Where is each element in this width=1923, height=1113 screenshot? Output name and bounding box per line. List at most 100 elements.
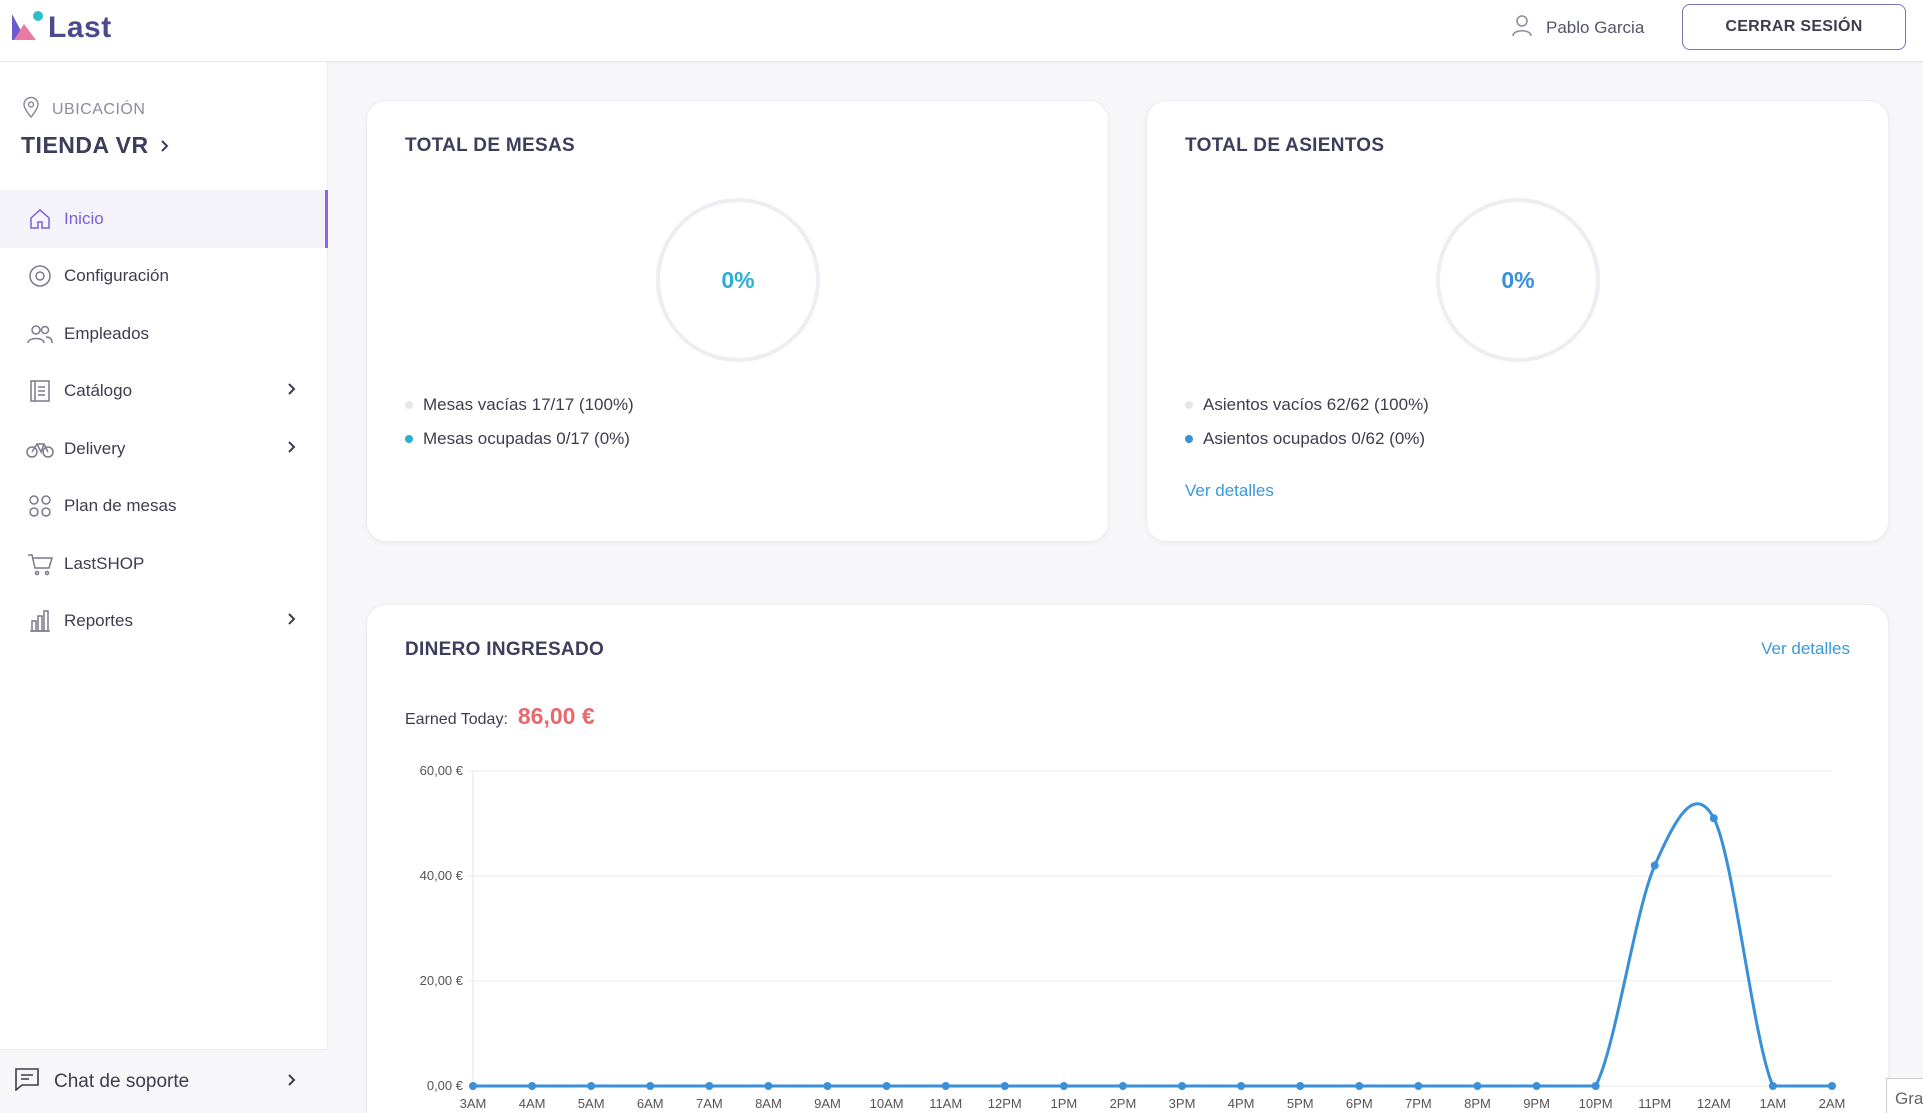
chevron-right-icon (286, 381, 296, 401)
logo-text: Last (48, 11, 112, 44)
users-icon (26, 320, 54, 348)
seats-legend-occupied: Asientos ocupados 0/62 (0%) (1185, 429, 1425, 449)
logo-icon (10, 10, 46, 46)
bar-chart-icon (26, 607, 54, 635)
legend-dot (405, 435, 413, 443)
sidebar-item-plan-de-mesas[interactable]: Plan de mesas (0, 478, 328, 536)
x-tick-label: 1AM (1760, 1096, 1787, 1111)
x-tick-label: 5AM (578, 1096, 605, 1111)
y-tick-label: 60,00 € (420, 763, 464, 778)
data-point (587, 1082, 596, 1090)
x-tick-label: 3AM (460, 1096, 487, 1111)
x-tick-label: 6PM (1346, 1096, 1373, 1111)
legend-label: Mesas vacías 17/17 (100%) (423, 395, 634, 414)
tables-donut-chart: 0% (656, 198, 820, 362)
x-tick-label: 6AM (637, 1096, 664, 1111)
partial-widget-text: Gra (1895, 1089, 1923, 1108)
data-point (528, 1082, 537, 1090)
sidebar-item-inicio[interactable]: Inicio (0, 190, 328, 248)
x-tick-label: 8PM (1464, 1096, 1491, 1111)
sidebar-item-label: Inicio (64, 208, 104, 228)
data-point (1118, 1082, 1127, 1090)
user-icon (1510, 13, 1534, 42)
bicycle-icon (26, 435, 54, 463)
x-tick-label: 1PM (1051, 1096, 1078, 1111)
data-point (1000, 1082, 1009, 1090)
support-label: Chat de soporte (54, 1070, 190, 1092)
top-bar: Last Pablo Garcia CERRAR SESIÓN (0, 0, 1923, 62)
sidebar-item-delivery[interactable]: Delivery (0, 420, 328, 478)
sidebar-item-reportes[interactable]: Reportes (0, 593, 328, 651)
tables-card: TOTAL DE MESAS 0% Mesas vacías 17/17 (10… (366, 100, 1109, 542)
x-tick-label: 4AM (519, 1096, 546, 1111)
chevron-right-icon (286, 1071, 296, 1093)
legend-label: Asientos vacíos 62/62 (100%) (1203, 395, 1429, 414)
seats-card-title: TOTAL DE ASIENTOS (1185, 135, 1385, 156)
data-point (1178, 1082, 1187, 1090)
tables-icon (26, 492, 54, 520)
seats-legend-empty: Asientos vacíos 62/62 (100%) (1185, 395, 1429, 415)
x-tick-label: 7PM (1405, 1096, 1432, 1111)
sidebar-item-label: Empleados (64, 323, 150, 343)
income-card: DINERO INGRESADO Ver detalles Earned Tod… (366, 604, 1889, 1113)
x-tick-label: 10AM (870, 1096, 904, 1111)
data-point (941, 1082, 950, 1090)
logo[interactable]: Last (10, 10, 112, 46)
data-point (1650, 861, 1659, 870)
data-point (1059, 1082, 1068, 1090)
x-tick-label: 5PM (1287, 1096, 1314, 1111)
data-point (1532, 1082, 1541, 1090)
user-name: Pablo Garcia (1546, 17, 1645, 37)
y-tick-label: 20,00 € (420, 973, 464, 988)
sidebar-item-empleados[interactable]: Empleados (0, 305, 328, 363)
legend-dot (405, 401, 413, 409)
data-point (646, 1082, 655, 1090)
seats-details-link[interactable]: Ver detalles (1185, 481, 1274, 501)
x-tick-label: 9AM (814, 1096, 841, 1111)
location-label-text: UBICACIÓN (52, 100, 146, 118)
data-point (1591, 1082, 1600, 1090)
sidebar-item-label: Catálogo (64, 381, 133, 401)
user-info[interactable]: Pablo Garcia (1510, 13, 1644, 42)
gear-icon (26, 262, 54, 290)
chevron-right-icon (286, 439, 296, 459)
x-tick-label: 12AM (1697, 1096, 1731, 1111)
sidebar-item-label: Configuración (64, 266, 169, 286)
x-tick-label: 10PM (1579, 1096, 1613, 1111)
data-point (1828, 1082, 1836, 1090)
x-tick-label: 4PM (1228, 1096, 1255, 1111)
data-point (469, 1082, 477, 1090)
data-point (764, 1082, 773, 1090)
x-tick-label: 3PM (1169, 1096, 1196, 1111)
x-tick-label: 8AM (755, 1096, 782, 1111)
sidebar-item-lastshop[interactable]: LastSHOP (0, 535, 328, 593)
y-tick-label: 40,00 € (420, 868, 464, 883)
tables-legend-occupied: Mesas ocupadas 0/17 (0%) (405, 429, 630, 449)
x-tick-label: 2PM (1110, 1096, 1137, 1111)
logout-button[interactable]: CERRAR SESIÓN (1682, 4, 1906, 50)
x-tick-label: 11PM (1638, 1096, 1671, 1111)
x-tick-label: 7AM (696, 1096, 723, 1111)
data-point (1473, 1082, 1482, 1090)
data-point (705, 1082, 714, 1090)
seats-donut-chart: 0% (1436, 198, 1600, 362)
store-name: TIENDA VR (21, 132, 149, 158)
store-selector[interactable]: TIENDA VR (21, 132, 169, 159)
support-chat-button[interactable]: Chat de soporte (0, 1049, 328, 1113)
catalog-icon (26, 377, 54, 405)
data-point (1237, 1082, 1246, 1090)
legend-dot (1185, 401, 1193, 409)
sidebar-item-label: Reportes (64, 611, 133, 631)
sidebar-item-configuracion[interactable]: Configuración (0, 248, 328, 306)
sidebar-item-label: Plan de mesas (64, 496, 177, 516)
chevron-right-icon (286, 611, 296, 631)
tables-legend-empty: Mesas vacías 17/17 (100%) (405, 395, 634, 415)
data-point (882, 1082, 891, 1090)
partial-widget[interactable]: Gra (1886, 1078, 1923, 1113)
legend-label: Asientos ocupados 0/62 (0%) (1203, 429, 1426, 448)
sidebar-item-catalogo[interactable]: Catálogo (0, 363, 328, 421)
location-pin-icon (22, 96, 40, 123)
tables-percent: 0% (721, 266, 755, 293)
series-line (473, 802, 1832, 1088)
home-icon (26, 205, 54, 233)
